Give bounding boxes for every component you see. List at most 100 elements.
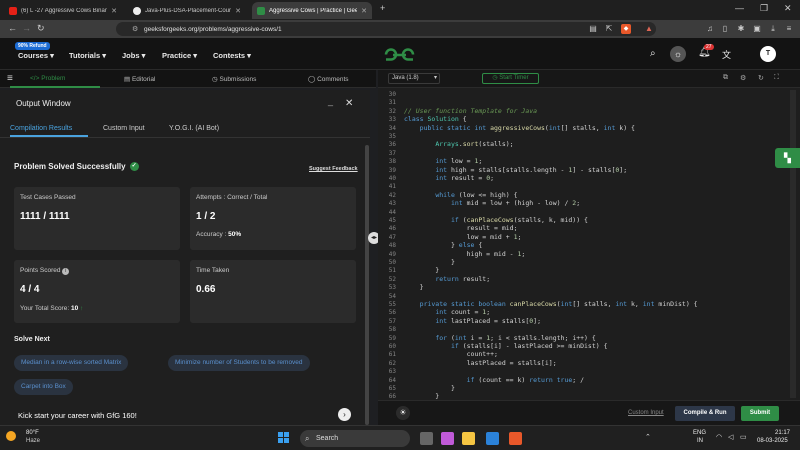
code-line: result = mid; [404, 224, 518, 233]
download-icon[interactable]: ⤓ [768, 24, 778, 34]
site-info-icon[interactable]: ⚙ [132, 25, 138, 33]
lightbulb-icon[interactable]: ☀ [396, 406, 410, 420]
nav-practice[interactable]: Practice ▾ [162, 51, 197, 60]
solve-next-chip[interactable]: Minimize number of Students to be remove… [168, 355, 310, 371]
browser-tab[interactable]: Java-Plus-DSA-Placement-Course/l ✕ [128, 2, 246, 19]
code-line: int count = 1; [435, 308, 491, 317]
tray-chevron-icon[interactable]: ⌃ [645, 433, 651, 441]
search-icon[interactable]: ⌕ [650, 48, 656, 59]
theme-toggle-icon[interactable]: ☼ [670, 46, 686, 62]
reset-icon[interactable]: ↻ [758, 74, 764, 82]
input-language[interactable]: ENG [693, 430, 706, 436]
back-icon[interactable]: ← [8, 23, 17, 33]
reload-icon[interactable]: ↻ [37, 23, 45, 34]
close-icon[interactable]: ✕ [111, 7, 117, 15]
weather-icon[interactable] [6, 431, 16, 441]
avatar[interactable]: T [760, 46, 776, 62]
chat-icon[interactable]: ▚ [775, 148, 800, 168]
screen: (6) L -27 Aggressive Cows Binary Se ✕ Ja… [0, 0, 800, 450]
custom-input-link[interactable]: Custom Input [628, 410, 664, 416]
settings-icon[interactable]: ⚙ [740, 74, 746, 82]
solve-next-chip[interactable]: Median in a row-wise sorted Matrix [14, 355, 129, 371]
task-view-icon[interactable] [420, 432, 433, 445]
translate-icon[interactable]: 文 [722, 48, 731, 61]
tab-custom-input[interactable]: Custom Input [103, 125, 145, 132]
chevron-right-icon[interactable]: › [338, 408, 351, 421]
brave-icon[interactable] [509, 432, 522, 445]
close-panel-icon[interactable]: ✕ [345, 98, 353, 109]
submit-button[interactable]: Submit [741, 406, 779, 421]
nav-tutorials[interactable]: Tutorials ▾ [69, 51, 106, 60]
close-icon[interactable]: ✕ [361, 7, 367, 15]
windows-tile [284, 432, 289, 437]
info-icon[interactable]: i [62, 268, 70, 275]
tab-submissions[interactable]: ◷ Submissions [212, 75, 256, 83]
code-line: } else { [404, 241, 483, 250]
taskbar-search[interactable]: ⌕ Search [300, 430, 410, 447]
code-line: if (stalls[i] - lastPlaced >= minDist) { [450, 342, 608, 350]
minimize-icon[interactable]: — [735, 3, 744, 13]
total-score-text: Your Total Score: 10 ↑ [20, 305, 83, 312]
nav-label: Jobs [122, 51, 140, 60]
tests-passed-card: Test Cases Passed 1111 / 1111 [14, 187, 180, 250]
maximize-icon[interactable]: ❐ [760, 3, 768, 14]
fullscreen-icon[interactable]: ⛶ [774, 74, 779, 82]
menu-icon[interactable]: ≡ [784, 24, 794, 34]
windows-tile [278, 432, 283, 437]
nav-contests[interactable]: Contests ▾ [213, 51, 251, 60]
wallet-icon[interactable]: ▣ [752, 24, 762, 34]
card-value: 1 / 2 [196, 211, 216, 222]
compile-run-button[interactable]: Compile & Run [675, 406, 735, 421]
tab-comments[interactable]: ◯ Comments [308, 75, 349, 83]
nav-courses[interactable]: Courses ▾ [18, 51, 54, 60]
extensions-icon[interactable]: ✱ [736, 24, 746, 34]
brave-shield-icon[interactable]: ◆ [621, 24, 631, 34]
tab-compilation-results[interactable]: Compilation Results [10, 125, 72, 132]
sidebar-icon[interactable]: ▯ [720, 24, 730, 34]
file-explorer-icon[interactable] [462, 432, 475, 445]
code-line: low = mid + 1; [404, 232, 522, 241]
arrow-up-icon: ↑ [80, 305, 84, 312]
tab-label: Submissions [219, 76, 257, 83]
solve-next-chip[interactable]: Carpet into Box [14, 379, 73, 395]
code-editor: Java (1.8) ▾ ◷ Start Timer ⧉ ⚙ ↻ ⛶ 30 31 3… [378, 70, 800, 425]
rewards-icon[interactable]: ▲ [644, 24, 654, 34]
tab-problem[interactable]: </> Problem [30, 75, 65, 82]
card-value: 0.66 [196, 284, 216, 295]
refund-badge: 90% Refund [15, 42, 50, 50]
suggest-feedback-link[interactable]: Suggest Feedback [309, 166, 358, 172]
card-value: 4 / 4 [20, 284, 40, 295]
scrollbar[interactable] [365, 145, 369, 425]
copilot-icon[interactable] [441, 432, 454, 445]
wifi-icon[interactable]: ◠ [716, 433, 722, 441]
language-select[interactable]: Java (1.8) ▾ [388, 73, 440, 84]
url-field[interactable]: ⚙ geeksforgeeks.org/problems/aggressive-… [116, 22, 656, 36]
tab-editorial[interactable]: ▤ Editorial [124, 75, 155, 83]
start-timer-button[interactable]: ◷ Start Timer [482, 73, 539, 84]
share-icon[interactable]: ⇱ [604, 24, 614, 34]
code-line: public static int aggressiveCows(int[] s… [419, 123, 635, 132]
gfg-logo[interactable] [383, 46, 416, 63]
browser-tab-active[interactable]: Aggressive Cows | Practice | Gee ✕ [252, 2, 372, 19]
close-icon[interactable]: ✕ [235, 7, 241, 15]
new-tab-button[interactable]: + [380, 3, 385, 13]
browser-tab[interactable]: (6) L -27 Aggressive Cows Binary Se ✕ [4, 2, 122, 19]
copy-icon[interactable]: ⧉ [723, 74, 728, 82]
editor-scrollbar[interactable] [790, 90, 796, 398]
hamburger-icon[interactable]: ≡ [7, 73, 13, 84]
window-close-icon[interactable]: ✕ [784, 3, 792, 14]
tab-yogi-bot[interactable]: Y.O.G.I. (AI Bot) [169, 125, 219, 132]
windows-start-icon[interactable] [278, 432, 290, 444]
music-icon[interactable]: ♫ [705, 24, 715, 34]
battery-icon[interactable]: ▭ [740, 433, 747, 441]
vscode-icon[interactable] [486, 432, 499, 445]
nav-jobs[interactable]: Jobs ▾ [122, 51, 145, 60]
volume-icon[interactable]: ◁ [728, 433, 733, 441]
code-area[interactable]: // User function Template for Java class … [378, 88, 788, 401]
minimize-panel-icon[interactable]: _ [328, 96, 333, 106]
forward-icon[interactable]: → [22, 23, 31, 33]
page-action-icon[interactable]: ▤ [588, 24, 598, 34]
accuracy-value: 50% [228, 231, 242, 238]
code-line: } [404, 283, 424, 292]
code-line: Arrays.sort(stalls); [435, 140, 514, 149]
